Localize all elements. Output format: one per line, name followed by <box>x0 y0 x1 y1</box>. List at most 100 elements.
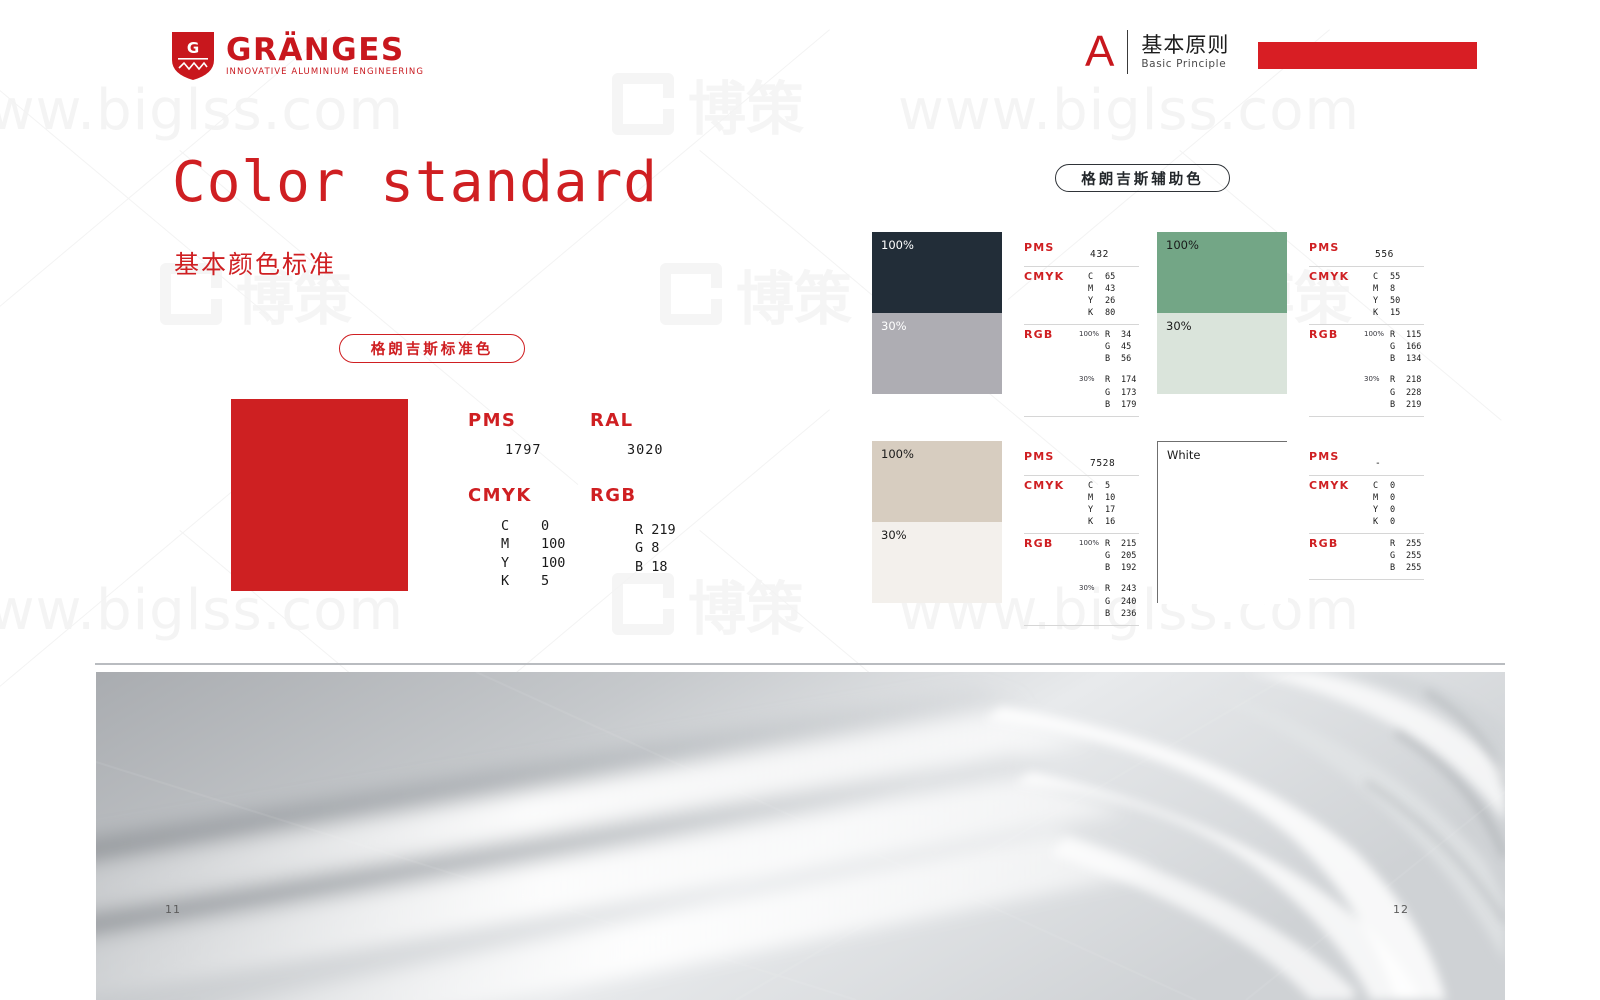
rgb-entry: B 134 <box>1390 354 1422 365</box>
rgb-row: RGB 100% R 115 G 166 B 134 30% R 218 G 228 B 219 <box>1309 325 1424 415</box>
cmyk-row: CMYK C 5 M 10 Y 17 K 16 <box>1024 476 1139 533</box>
secondary-color-pill: 格朗吉斯辅助色 <box>1055 164 1230 192</box>
pms-label: PMS <box>1309 450 1340 463</box>
rgb-group: 30% R 243 G 240 B 236 <box>1079 583 1136 619</box>
rgb-entry: G 228 <box>1390 387 1422 398</box>
cmyk-value: 100 <box>541 536 566 553</box>
cmyk-value: 0 <box>541 517 550 534</box>
cmyk-row: K5 <box>501 572 590 591</box>
pms-label: PMS <box>1024 450 1055 463</box>
cmyk-key: C <box>501 517 510 534</box>
rgb-entry: R 255 <box>1390 539 1422 550</box>
primary-color-pill: 格朗吉斯标准色 <box>339 334 525 363</box>
cmyk-value: 5 <box>541 573 550 590</box>
rgb-entry: R 34 <box>1105 330 1132 341</box>
ral-label: RAL <box>590 410 634 431</box>
pms-value: 7528 <box>1090 458 1116 469</box>
rgb-percent-label: 100% <box>1364 330 1385 339</box>
rgb-triplet: R 34 G 45 B 56 <box>1105 329 1131 365</box>
pms-label: PMS <box>1309 241 1340 254</box>
cmyk-entry: K 15 <box>1373 308 1401 319</box>
color-swatch-green: 100% 30% <box>1157 232 1287 394</box>
rgb-entry: B 179 <box>1105 399 1137 410</box>
cmyk-label: CMYK <box>1024 270 1065 283</box>
cmyk-entry: M 10 <box>1088 493 1116 504</box>
cmyk-entry: Y 26 <box>1088 296 1116 307</box>
rgb-entry: G 255 <box>1390 551 1422 562</box>
brand-logo: G GRÄNGES INNOVATIVE ALUMINIUM ENGINEERI… <box>172 32 424 80</box>
swatch-100-label: White <box>1167 448 1201 462</box>
rgb-label: RGB <box>1309 328 1339 342</box>
section-letter: A <box>1085 27 1115 76</box>
swatch-100-label: 100% <box>1166 238 1199 252</box>
section-title-en: Basic Principle <box>1141 58 1227 71</box>
cmyk-entry: C5 <box>1088 481 1111 491</box>
swatch-30-percent: 30% <box>872 313 1002 394</box>
rgb-group: 100% R 115 G 166 B 134 <box>1364 329 1421 365</box>
rgb-values: 100% R 34 G 45 B 56 30% R 174 G 173 B 179 <box>1070 329 1136 410</box>
rgb-triplet: R 243 G 240 B 236 <box>1105 583 1136 619</box>
rgb-values: 100% R 115 G 166 B 134 30% R 218 G 228 B 219 <box>1355 329 1421 410</box>
rgb-group: R 255 G 255 B 255 <box>1364 538 1421 574</box>
rgb-label: RGB <box>1024 537 1054 551</box>
color-swatch-dark-navy: 100% 30% <box>872 232 1002 394</box>
rgb-triplet: R 255 G 255 B 255 <box>1390 538 1421 574</box>
cmyk-value: 100 <box>541 554 566 571</box>
page-number-left: 11 <box>165 903 181 916</box>
cmyk-row: CMYK C 65 M 43 Y 26 K 80 <box>1024 267 1139 324</box>
rgb-entry: B 192 <box>1105 563 1137 574</box>
primary-color-spec: PMS 1797 RAL 3020 CMYK C 0 M 100 Y 100 K 5 RGB … <box>468 412 728 591</box>
rgb-entry: G 205 <box>1105 551 1137 562</box>
table-divider <box>1024 415 1139 417</box>
page-number-right: 12 <box>1393 903 1409 916</box>
brand-name: GRÄNGES <box>226 32 405 69</box>
cmyk-entry: C 65 <box>1088 272 1116 282</box>
pms-value: - <box>1375 458 1382 469</box>
cmyk-entry: K 16 <box>1088 517 1116 528</box>
cmyk-label: CMYK <box>1309 270 1350 283</box>
brand-text: GRÄNGES INNOVATIVE ALUMINIUM ENGINEERING <box>226 35 424 77</box>
pms-row: PMS - <box>1309 447 1424 475</box>
rgb-values: 100% R 215 G 205 B 192 30% R 243 G 240 B 236 <box>1070 538 1136 619</box>
rgb-percent-label: 30% <box>1079 584 1095 593</box>
cmyk-entry: M0 <box>1373 493 1396 504</box>
rgb-row: RGB 100% R 215 G 205 B 192 30% R 243 G 240 B 236 <box>1024 534 1139 624</box>
cmyk-entry: C 55 <box>1373 272 1401 282</box>
rgb-row: RGB R 255 G 255 B 255 <box>1309 534 1424 579</box>
swatch-100-percent: White <box>1158 442 1288 523</box>
cmyk-label: CMYK <box>1309 479 1350 492</box>
rgb-entry: R 115 <box>1390 330 1422 341</box>
rgb-group: 30% R 218 G 228 B 219 <box>1364 374 1421 410</box>
rgb-entry: G 166 <box>1390 342 1422 353</box>
swatch-30-percent: 30% <box>1157 313 1287 394</box>
rgb-triplet: R 174 G 173 B 179 <box>1105 374 1136 410</box>
color-swatch-white: White <box>1157 441 1288 604</box>
swatch-100-percent: 100% <box>872 441 1002 522</box>
rgb-label: RGB <box>1309 537 1339 551</box>
swatch-30-percent: 30% <box>872 522 1002 603</box>
rgb-percent-label <box>1364 538 1390 539</box>
rgb-label: RGB <box>590 484 637 506</box>
cmyk-values: C0 M0Y0K0 <box>1355 480 1395 528</box>
cmyk-key: Y <box>501 554 510 571</box>
cmyk-row: C0 <box>501 517 590 536</box>
section-text: 基本原则 Basic Principle <box>1141 34 1229 70</box>
spec-ral: RAL 3020 <box>590 412 712 458</box>
cmyk-values: C 0 M 100 Y 100 K 5 <box>501 517 590 592</box>
color-spec-table-beige: PMS 7528 CMYK C 5 M 10 Y 17 K 16 RGB 100% R 215 G 205 B 19… <box>1024 447 1139 626</box>
swatch-30-label: 30% <box>881 319 907 333</box>
rgb-entry: B 56 <box>1105 354 1132 365</box>
cmyk-entry: Y 17 <box>1088 505 1116 516</box>
swatch-100-percent: 100% <box>872 232 1002 313</box>
pms-value: 1797 <box>505 442 542 458</box>
swatch-30-percent <box>1158 523 1288 604</box>
section-divider <box>1127 30 1129 74</box>
rgb-entry: B 255 <box>1390 563 1422 574</box>
rgb-entry: G 173 <box>1105 387 1137 398</box>
rgb-label: RGB <box>1024 328 1054 342</box>
cmyk-row: Y 100 <box>501 554 590 573</box>
rgb-entry: G 45 <box>1105 342 1132 353</box>
table-divider <box>1024 624 1139 626</box>
